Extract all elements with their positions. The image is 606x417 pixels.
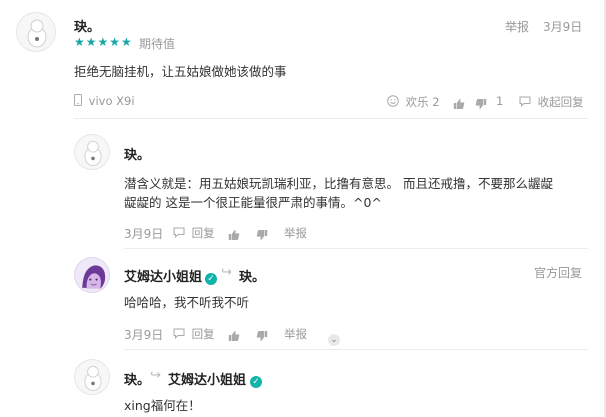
review-date: 3月9日 — [543, 20, 583, 34]
thumb-down-icon — [256, 226, 268, 245]
reply-icon — [173, 327, 185, 342]
reply-content: xing福何在！ — [124, 398, 201, 413]
review-author[interactable]: 玦。 — [74, 16, 100, 35]
thumb-up-icon — [453, 95, 465, 114]
divider — [124, 349, 588, 350]
device-info: vivo X9i — [74, 94, 135, 109]
device-label: vivo X9i — [88, 94, 135, 108]
reply-label: 回复 — [191, 327, 215, 341]
reply-target[interactable]: 艾姆达小姐姐 — [168, 369, 246, 388]
thumb-down-icon — [256, 327, 268, 346]
review-content: 拒绝无脑挂机，让五姑娘做她该做的事 — [74, 64, 287, 79]
reply-avatar[interactable] — [74, 134, 110, 170]
report-button[interactable]: 举报 — [505, 18, 529, 35]
divider — [74, 118, 588, 119]
thumb-up-icon — [228, 226, 240, 245]
verified-icon: ✓ — [250, 369, 262, 388]
reply-target[interactable]: 玦。 — [239, 266, 265, 285]
reply-date: 3月9日 — [124, 328, 164, 342]
thumb-down-button[interactable] — [256, 225, 268, 245]
thumb-down-button[interactable] — [256, 326, 268, 346]
reply-label: 回复 — [191, 226, 215, 240]
chevron-down-icon[interactable]: ⌄ — [328, 327, 340, 346]
reply-icon — [173, 226, 185, 241]
divider — [124, 248, 588, 249]
reply-arrow: ↪ — [150, 368, 161, 383]
thumb-down-icon — [475, 95, 487, 114]
reply-count-button[interactable]: 1 — [496, 94, 503, 108]
reply-author[interactable]: 玦。 — [124, 144, 150, 163]
collapse-label: 收起回复 — [537, 95, 584, 109]
huanle-label: 欢乐 2 — [405, 95, 440, 109]
smile-icon — [387, 95, 399, 110]
reply-author[interactable]: 玦。 — [124, 369, 150, 388]
reply-content-line1: 潜含义就是：用五姑娘玩凯瑞利亚，比撸有意思。 而且还戒撸，不要那么龌龊 — [124, 176, 553, 191]
reply-content-line2: 龊龊的 这是一个很正能量很严肃的事情。^0^ — [124, 195, 382, 210]
huanle-button[interactable]: 欢乐 2 — [387, 94, 440, 110]
thumb-down-button[interactable] — [475, 94, 487, 114]
rating-stars: ★★★★★ — [74, 35, 133, 49]
reply-arrow: ↪ — [221, 265, 232, 280]
verified-icon: ✓ — [205, 266, 217, 285]
thumb-up-button[interactable] — [228, 225, 240, 245]
reply-avatar[interactable] — [74, 359, 110, 395]
reply-button[interactable]: 回复 — [173, 326, 215, 342]
collapse-replies[interactable]: 收起回复 — [519, 94, 584, 110]
thumb-up-icon — [228, 327, 240, 346]
official-author[interactable]: 艾姆达小姐姐 — [124, 266, 202, 285]
report-button[interactable]: 举报 — [284, 326, 307, 342]
official-reply-badge: 官方回复 — [534, 266, 583, 280]
reply-icon — [519, 95, 531, 110]
reply-date: 3月9日 — [124, 227, 164, 241]
official-avatar[interactable] — [74, 257, 110, 293]
thumb-up-button[interactable] — [453, 94, 465, 114]
thumb-up-button[interactable] — [228, 326, 240, 346]
avatar[interactable] — [16, 12, 56, 52]
reply-button[interactable]: 回复 — [173, 225, 215, 241]
report-button[interactable]: 举报 — [284, 225, 307, 241]
official-reply-content: 哈哈哈，我不听我不听 — [124, 295, 250, 310]
phone-icon — [74, 94, 82, 109]
rating-label: 期待值 — [139, 37, 176, 51]
